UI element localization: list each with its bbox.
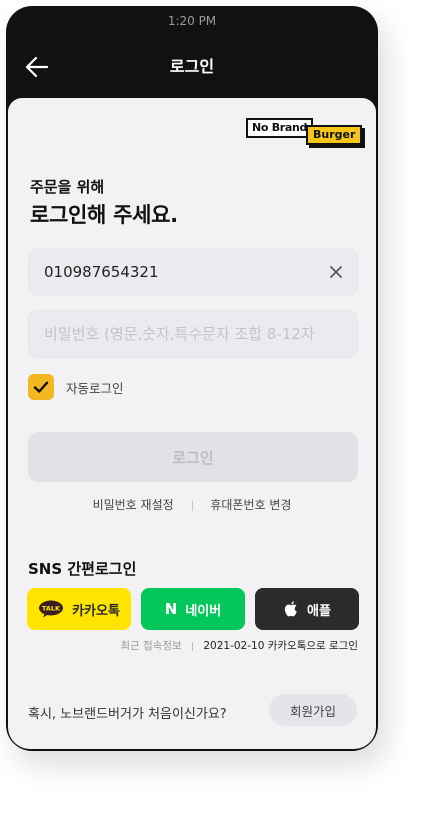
naver-n-icon: N	[164, 600, 178, 618]
greeting-title: 로그인해 주세요.	[30, 203, 178, 227]
naver-login-label: 네이버	[185, 603, 222, 619]
password-input[interactable]	[28, 310, 358, 358]
phone-frame: 1:20 PM 로그인 No Brand Burger 주문을 위해 로그인해 …	[6, 6, 378, 751]
sns-login-title: SNS 간편로그인	[28, 560, 137, 578]
reset-password-link[interactable]: 비밀번호 재설정	[93, 498, 174, 512]
apple-login-label: 애플	[307, 603, 331, 619]
auto-login-checkbox[interactable]	[28, 374, 54, 400]
logo-burger: Burger	[306, 125, 363, 145]
recent-login-label: 최근 접속정보	[120, 640, 182, 652]
kakao-icon-text: TALK	[42, 605, 61, 613]
no-brand-burger-logo: No Brand Burger	[246, 118, 363, 148]
kakao-login-label: 카카오톡	[72, 603, 120, 619]
signup-button[interactable]: 회원가입	[269, 694, 357, 726]
recent-login-value: 2021-02-10 카카오톡으로 로그인	[203, 640, 358, 652]
auto-login-toggle[interactable]: 자동로그인	[28, 373, 124, 401]
nav-bar: 로그인	[6, 36, 378, 96]
apple-icon	[283, 600, 299, 618]
apple-login-button[interactable]: 애플	[255, 588, 359, 630]
naver-login-button[interactable]: N 네이버	[141, 588, 245, 630]
auto-login-label: 자동로그인	[66, 380, 124, 396]
recent-login-info: 최근 접속정보 2021-02-10 카카오톡으로 로그인	[120, 638, 358, 653]
link-divider	[191, 500, 193, 511]
kakao-login-button[interactable]: TALK 카카오톡	[27, 588, 131, 630]
clear-icon[interactable]	[328, 264, 344, 280]
status-bar-time: 1:20 PM	[167, 14, 217, 28]
account-links: 비밀번호 재설정 휴대폰번호 변경	[8, 496, 376, 513]
login-button[interactable]: 로그인	[28, 432, 358, 482]
greeting-subtitle: 주문을 위해	[30, 178, 105, 196]
checkmark-icon	[33, 381, 49, 393]
page-title: 로그인	[169, 57, 215, 76]
logo-no-brand: No Brand	[246, 118, 314, 138]
change-phone-link[interactable]: 휴대폰번호 변경	[210, 498, 291, 512]
kakao-talk-icon: TALK	[38, 600, 64, 618]
signup-prompt: 혹시, 노브랜드버거가 처음이신가요?	[28, 707, 227, 722]
login-sheet: No Brand Burger 주문을 위해 로그인해 주세요. 자동로그인	[8, 98, 376, 749]
recent-divider	[192, 641, 194, 651]
password-field	[28, 310, 358, 358]
phone-input[interactable]	[28, 248, 358, 296]
phone-field	[28, 248, 358, 296]
